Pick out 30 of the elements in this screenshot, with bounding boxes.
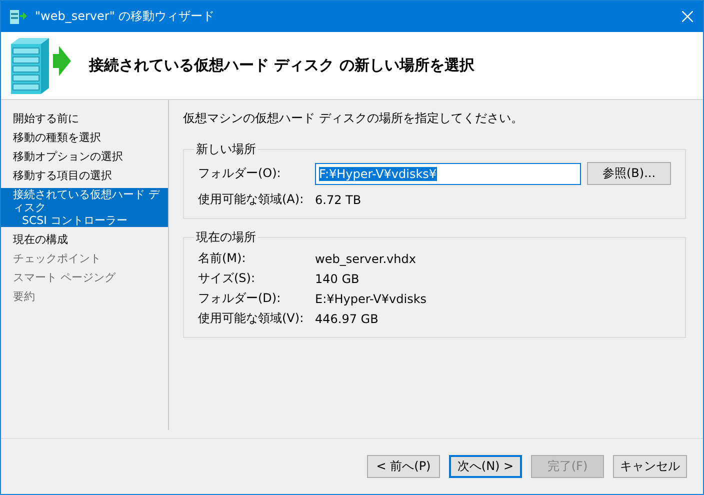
field-value: E:¥Hyper-V¥vdisks: [315, 292, 427, 306]
field-label: サイズ(S):: [198, 270, 256, 287]
field-value: web_server.vhdx: [315, 252, 416, 266]
wizard-button[interactable]: 次へ(N) >: [449, 455, 522, 478]
sidebar-item[interactable]: 移動の種類を選択: [1, 131, 168, 144]
field-label: 名前(M):: [198, 250, 247, 267]
field-label: 使用可能な領域(V):: [198, 310, 305, 327]
field-value: 6.72 TB: [315, 192, 362, 206]
field-value: 140 GB: [315, 272, 360, 286]
field-label: フォルダー(D):: [198, 290, 282, 307]
sidebar-item[interactable]: 移動する項目の選択: [1, 169, 168, 182]
sidebar-item[interactable]: 開始する前に: [1, 112, 168, 125]
field-label: 使用可能な領域(A):: [198, 191, 305, 208]
browse-button[interactable]: 参照(B)...: [587, 162, 671, 185]
instruction-text: 仮想マシンの仮想ハード ディスクの場所を指定してください。: [183, 110, 524, 127]
server-icon: [10, 10, 27, 24]
field-value: 446.97 GB: [315, 312, 378, 326]
sidebar-item[interactable]: 移動オプションの選択: [1, 150, 168, 163]
wizard-button[interactable]: キャンセル: [613, 455, 687, 478]
close-icon: [682, 11, 692, 22]
group-title: 新しい場所: [195, 141, 257, 158]
server-icon: [9, 36, 71, 96]
sidebar-item[interactable]: 現在の構成: [1, 233, 168, 246]
sidebar-item[interactable]: 接続されている仮想ハード ディスク SCSI コントローラー: [1, 188, 168, 227]
wizard-button[interactable]: < 前へ(P): [367, 455, 440, 478]
folder-field[interactable]: F:¥Hyper-V¥vdisks¥: [315, 162, 581, 184]
page-title: 接続されている仮想ハード ディスク の新しい場所を選択: [89, 56, 474, 75]
group-title: 現在の場所: [195, 229, 257, 246]
window-title: "web_server" の移動ウィザード: [35, 8, 216, 25]
field-label: フォルダー(O):: [198, 165, 282, 182]
